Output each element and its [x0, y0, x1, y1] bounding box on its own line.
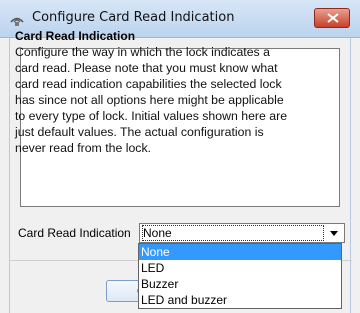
info-line: Configure the way in which the lock indi… — [15, 45, 270, 59]
info-line: card read. Please note that you must kno… — [15, 61, 278, 75]
card-reader-icon — [9, 12, 25, 26]
option-led[interactable]: LED — [139, 260, 341, 276]
info-heading: Card Read Indication — [15, 29, 136, 43]
card-read-indication-select[interactable]: None — [139, 223, 345, 243]
option-buzzer[interactable]: Buzzer — [139, 276, 341, 292]
option-none[interactable]: None — [139, 244, 341, 260]
dropdown-list: None LED Buzzer LED and buzzer — [138, 243, 342, 309]
card-read-indication-label: Card Read Indication — [18, 226, 131, 240]
info-line: never read from the lock. — [15, 141, 152, 155]
dropdown-toggle[interactable] — [324, 224, 344, 242]
info-line: just default values. The actual configur… — [15, 125, 264, 139]
info-line: to every type of lock. Initial values sh… — [15, 109, 288, 123]
close-icon — [327, 13, 339, 23]
close-button[interactable] — [314, 8, 350, 28]
option-led-and-buzzer[interactable]: LED and buzzer — [139, 292, 341, 308]
chevron-down-icon — [330, 231, 338, 236]
window-title: Configure Card Read Indication — [32, 10, 235, 25]
info-line: card read indication capabilities the se… — [15, 77, 282, 91]
info-text: Configure the way in which the lock indi… — [15, 44, 315, 156]
info-line: has since not all options here might be … — [15, 93, 284, 107]
select-current-value: None — [142, 225, 324, 241]
dialog-window: Configure Card Read Indication Card Read… — [0, 0, 360, 313]
